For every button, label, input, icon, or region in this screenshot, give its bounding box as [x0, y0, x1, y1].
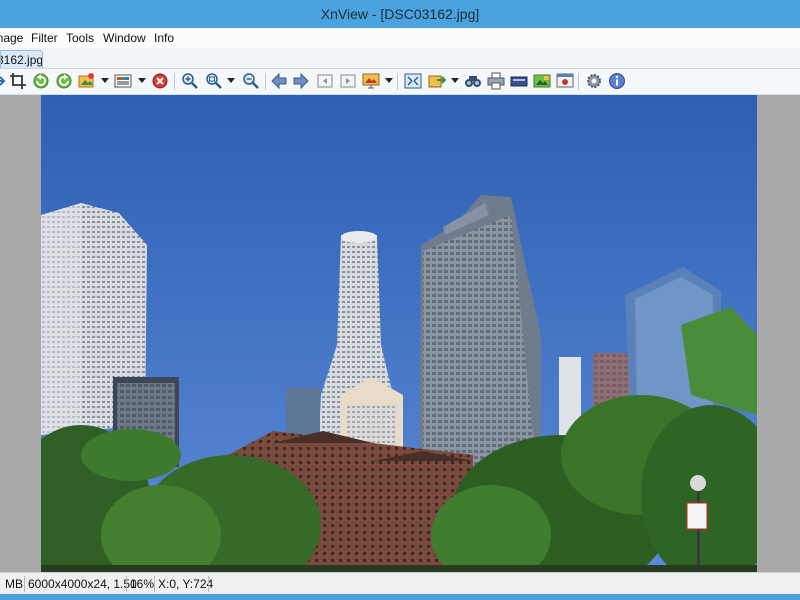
menu-image[interactable]: Image [0, 28, 23, 48]
status-file-size: MB [5, 577, 23, 591]
find-icon[interactable] [464, 72, 482, 90]
status-cursor: X:0, Y:724 [158, 577, 214, 591]
menu-info[interactable]: Info [154, 28, 174, 48]
adjust-image-icon[interactable] [78, 72, 96, 90]
capture-icon[interactable] [556, 72, 574, 90]
window-title-bar[interactable]: XnView - [DSC03162.jpg] [0, 0, 800, 28]
slideshow-icon[interactable] [362, 72, 380, 90]
first-page-icon[interactable] [316, 72, 334, 90]
menu-filter[interactable]: Filter [31, 28, 58, 48]
delete-icon[interactable] [151, 72, 169, 90]
fullscreen-icon[interactable] [404, 72, 422, 90]
image-viewer[interactable] [0, 95, 800, 572]
menu-window[interactable]: Window [103, 28, 146, 48]
status-divider [24, 576, 25, 592]
status-divider [126, 576, 127, 592]
export-dropdown-icon[interactable] [451, 78, 459, 83]
menu-bar: Image Filter Tools Window Info [0, 28, 800, 48]
crop-icon[interactable] [9, 72, 27, 90]
previous-icon[interactable] [270, 72, 288, 90]
rotate-right-icon[interactable] [55, 72, 73, 90]
toolbar-separator [397, 73, 398, 90]
status-dimensions: 6000x4000x24, 1.50 [28, 577, 137, 591]
export-icon[interactable] [428, 72, 446, 90]
status-bar: MB 6000x4000x24, 1.50 16% X:0, Y:724 [0, 572, 800, 595]
window-title: XnView - [DSC03162.jpg] [320, 6, 480, 22]
toolbar-separator [265, 73, 266, 90]
photo-dsc03162 [41, 95, 757, 572]
zoom-dropdown-icon[interactable] [227, 78, 235, 83]
print-icon[interactable] [487, 72, 505, 90]
rotate-left-icon[interactable] [32, 72, 50, 90]
toolbar-separator [578, 73, 579, 90]
slideshow-dropdown-icon[interactable] [385, 78, 393, 83]
status-divider [154, 576, 155, 592]
toolbar [0, 69, 800, 95]
next-icon[interactable] [292, 72, 310, 90]
toolbar-separator [174, 73, 175, 90]
adjust-dropdown-icon[interactable] [101, 78, 109, 83]
zoom-in-icon[interactable] [181, 72, 199, 90]
zoom-out-icon[interactable] [242, 72, 260, 90]
wallpaper-icon[interactable] [533, 72, 551, 90]
color-palette-icon[interactable] [114, 72, 132, 90]
tab-bar: DSC03162.jpg [0, 48, 800, 69]
status-divider [208, 576, 209, 592]
status-zoom: 16% [130, 577, 155, 591]
last-page-icon[interactable] [339, 72, 357, 90]
palette-dropdown-icon[interactable] [138, 78, 146, 83]
settings-icon[interactable] [585, 72, 603, 90]
zoom-fit-icon[interactable] [205, 72, 223, 90]
scanner-icon[interactable] [510, 72, 528, 90]
tab-dsc03162[interactable]: DSC03162.jpg [0, 50, 43, 68]
tab-label: DSC03162.jpg [1, 53, 43, 67]
menu-tools[interactable]: Tools [66, 28, 94, 48]
taskbar [0, 594, 800, 600]
info-icon[interactable] [608, 72, 626, 90]
